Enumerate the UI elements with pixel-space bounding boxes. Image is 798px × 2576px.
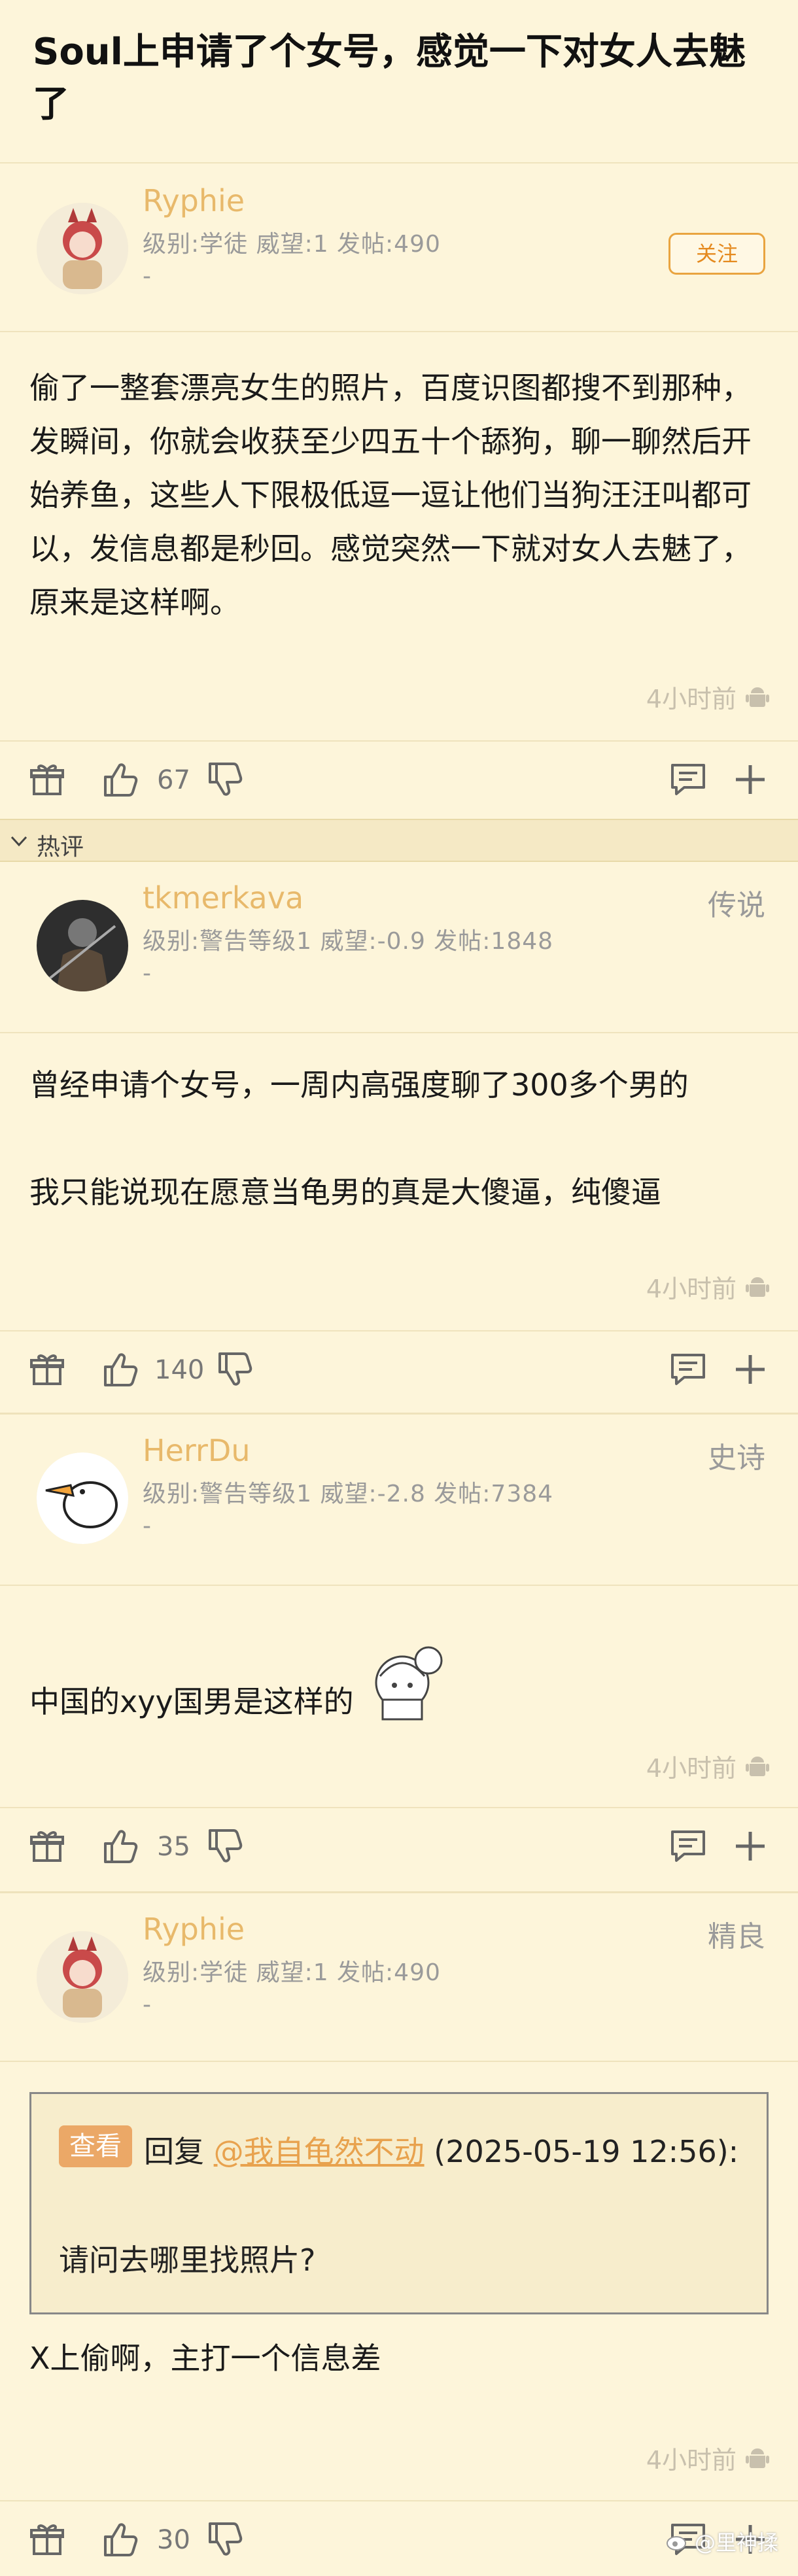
comment-icon[interactable] (668, 1350, 708, 1389)
user-sub: - (143, 1991, 151, 2018)
post-author-header: Ryphie 级别:学徒 威望:1 发帖:490 - 关注 (0, 165, 798, 332)
like-count: 30 (157, 2525, 190, 2555)
reply-post: tkmerkava 级别:警告等级1 威望:-0.9 发帖:1848 - 传说 … (0, 862, 798, 1411)
plus-icon[interactable] (731, 1827, 770, 1866)
thumbs-up-icon[interactable] (101, 1350, 141, 1389)
post-time: 4小时前 (646, 1269, 771, 1305)
post-time: 4小时前 (646, 679, 771, 715)
chevron-down-icon (10, 836, 27, 847)
time-label: 4小时前 (646, 2446, 737, 2475)
username[interactable]: Ryphie (143, 183, 245, 218)
post-body: 偷了一整套漂亮女生的照片，百度识图都搜不到那种，发瞬间，你就会收获至少四五十个舔… (29, 370, 752, 620)
avatar[interactable] (37, 1931, 128, 2023)
gift-icon[interactable] (27, 760, 67, 799)
quoted-reply: 查看 回复 @我自龟然不动 (2025-05-19 12:56): 请问去哪里找… (29, 2092, 769, 2314)
thumbs-down-icon[interactable] (216, 1350, 255, 1389)
user-sub: - (143, 960, 151, 987)
gift-icon[interactable] (27, 1827, 67, 1866)
time-label: 4小时前 (646, 1275, 737, 1303)
android-icon (746, 1756, 769, 1776)
like-count: 140 (154, 1355, 205, 1385)
like-count: 67 (157, 765, 190, 795)
hot-comments-header[interactable]: 热评 (0, 819, 798, 862)
username[interactable]: tkmerkava (143, 880, 304, 916)
post-time: 4小时前 (646, 1748, 771, 1784)
user-sub: - (143, 263, 151, 290)
android-icon (746, 1277, 769, 1297)
post-author-header: tkmerkava 级别:警告等级1 威望:-0.9 发帖:1848 - 传说 (0, 862, 798, 1033)
user-meta: 级别:学徒 威望:1 发帖:490 (143, 1959, 441, 1986)
watermark-text: @里神揉 (694, 2530, 778, 2555)
reply-post: HerrDu 级别:警告等级1 威望:-2.8 发帖:7384 - 史诗 中国的… (0, 1413, 798, 1890)
hot-comments-label: 热评 (37, 834, 84, 861)
post-time: 4小时前 (646, 2440, 771, 2476)
view-button[interactable]: 查看 (59, 2125, 132, 2167)
mention-link[interactable]: @我自龟然不动 (214, 2134, 425, 2169)
avatar[interactable] (37, 900, 128, 991)
weibo-logo-icon (666, 2536, 686, 2550)
time-label: 4小时前 (646, 1754, 737, 1783)
rank-badge: 史诗 (708, 1441, 765, 1475)
like-count: 35 (157, 1832, 190, 1862)
user-meta: 级别:警告等级1 威望:-2.8 发帖:7384 (143, 1481, 554, 1507)
avatar[interactable] (37, 1452, 128, 1544)
thumbs-down-icon[interactable] (206, 760, 245, 799)
plus-icon[interactable] (731, 760, 770, 799)
android-icon (746, 2448, 769, 2468)
username[interactable]: HerrDu (143, 1433, 250, 1468)
quote-text: 请问去哪里找照片? (59, 2242, 316, 2278)
post-body-text: 中国的xyy国男是这样的 (29, 1684, 354, 1719)
quote-date: (2025-05-19 12:56): (434, 2134, 739, 2169)
plus-icon[interactable] (731, 1350, 770, 1389)
thread-header: Soul上申请了个女号，感觉一下对女人去魅了 (0, 0, 798, 163)
user-meta: 级别:学徒 威望:1 发帖:490 (143, 231, 441, 258)
gift-icon[interactable] (27, 1350, 67, 1389)
anime-sticker-icon (375, 1646, 443, 1721)
thread-title: Soul上申请了个女号，感觉一下对女人去魅了 (33, 31, 746, 126)
user-sub: - (143, 1513, 151, 1539)
watermark: @里神揉 (666, 2526, 778, 2556)
post-author-header: HerrDu 级别:警告等级1 威望:-2.8 发帖:7384 - 史诗 (0, 1415, 798, 1586)
gift-icon[interactable] (27, 2520, 67, 2559)
thumbs-down-icon[interactable] (206, 1827, 245, 1866)
post-body: X上偷啊，主打一个信息差 (29, 2341, 381, 2376)
time-label: 4小时前 (646, 685, 737, 713)
android-icon (746, 687, 769, 707)
reply-post: Ryphie 级别:学徒 威望:1 发帖:490 - 精良 查看 回复 @我自龟… (0, 1891, 798, 2576)
quote-header: 回复 @我自龟然不动 (2025-05-19 12:56): (144, 2128, 738, 2171)
username[interactable]: Ryphie (143, 1912, 245, 1947)
comment-icon[interactable] (668, 1827, 708, 1866)
user-meta: 级别:警告等级1 威望:-0.9 发帖:1848 (143, 928, 554, 955)
thumbs-up-icon[interactable] (101, 1827, 141, 1866)
post-actions: 140 (0, 1330, 798, 1409)
thumbs-up-icon[interactable] (101, 2520, 141, 2559)
thumbs-down-icon[interactable] (206, 2520, 245, 2559)
comment-icon[interactable] (668, 760, 708, 799)
post-main: Ryphie 级别:学徒 威望:1 发帖:490 - 关注 偷了一整套漂亮女生的… (0, 165, 798, 819)
rank-badge: 精良 (708, 1920, 765, 1953)
avatar[interactable] (37, 203, 128, 294)
follow-button[interactable]: 关注 (668, 233, 765, 275)
post-body-line: 曾经申请个女号，一周内高强度聊了300多个男的 (29, 1067, 689, 1103)
post-actions: 35 (0, 1807, 798, 1885)
reply-prefix: 回复 (144, 2134, 204, 2169)
post-body-line: 我只能说现在愿意当龟男的真是大傻逼，纯傻逼 (29, 1175, 661, 1210)
post-author-header: Ryphie 级别:学徒 威望:1 发帖:490 - 精良 (0, 1893, 798, 2062)
post-actions: 67 (0, 740, 798, 819)
rank-badge: 传说 (708, 889, 765, 922)
post-body: 中国的xyy国男是这样的 (29, 1637, 769, 1728)
thumbs-up-icon[interactable] (101, 760, 141, 799)
